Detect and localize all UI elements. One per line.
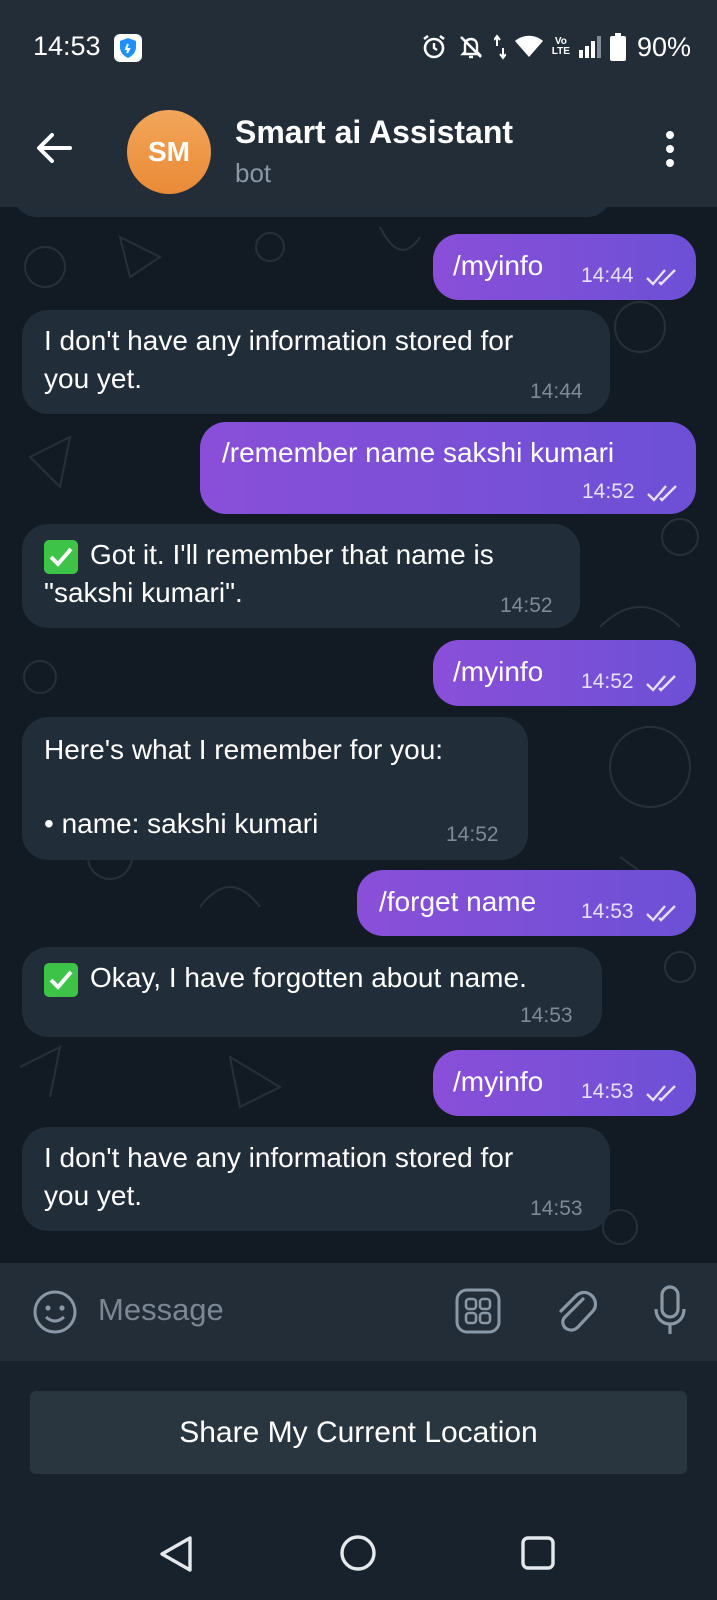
message-text-line: you yet. (44, 1180, 143, 1211)
double-check-icon (646, 269, 676, 286)
message-time: 14:53 (581, 900, 634, 923)
battery-percent: 90% (636, 31, 691, 62)
message-text: /myinfo (453, 250, 544, 281)
double-check-icon (647, 485, 677, 502)
message-time: 14:52 (500, 594, 553, 617)
message-time: 14:53 (520, 1004, 573, 1027)
chat-header: SM Smart ai Assistant bot (0, 90, 717, 207)
message-time: 14:52 (582, 480, 635, 503)
share-location-button[interactable]: Share My Current Location (30, 1391, 687, 1474)
incoming-message[interactable]: Here's what I remember for you: • name: … (22, 717, 528, 860)
message-time: 14:52 (446, 823, 499, 846)
message-bubble-partial (12, 207, 612, 217)
shield-icon (114, 34, 142, 62)
paperclip-icon (559, 1290, 598, 1332)
double-check-icon (646, 1085, 676, 1102)
data-arrows-icon (493, 34, 506, 60)
keyboard-grid-icon (455, 1288, 501, 1334)
message-text-line: I don't have any information stored for (44, 325, 514, 356)
incoming-message[interactable]: Okay, I have forgotten about name. 14:53 (22, 947, 602, 1037)
message-text: /remember name sakshi kumari (222, 437, 615, 468)
status-time: 14:53 (33, 31, 101, 61)
nav-home-icon[interactable] (339, 1534, 377, 1572)
message-text-line: Okay, I have forgotten about name. (90, 962, 527, 993)
bot-keyboard: Share My Current Location (0, 1361, 717, 1504)
outgoing-message[interactable]: /forget name 14:53 (357, 870, 696, 936)
microphone-icon (654, 1285, 686, 1334)
message-text-line: "sakshi kumari". (44, 577, 243, 608)
message-list[interactable]: /myinfo 14:44 I don't have any informati… (0, 207, 717, 1263)
arrow-left-icon (37, 133, 72, 163)
outgoing-message[interactable]: /remember name sakshi kumari 14:52 (200, 422, 696, 514)
battery-icon (609, 33, 626, 61)
smile-icon (33, 1290, 77, 1334)
outgoing-message[interactable]: /myinfo 14:52 (433, 640, 696, 706)
message-time: 14:44 (530, 380, 583, 403)
nav-back-icon[interactable] (158, 1534, 194, 1574)
message-text: /myinfo (453, 1066, 544, 1097)
bot-keyboard-button[interactable] (455, 1288, 501, 1339)
incoming-message[interactable]: Got it. I'll remember that name is "saks… (22, 524, 580, 628)
check-mark-icon (44, 540, 78, 574)
message-text: /myinfo (453, 656, 544, 687)
nav-recent-apps-icon[interactable] (520, 1535, 556, 1571)
message-time: 14:53 (581, 1080, 634, 1103)
message-text-line: Here's what I remember for you: (44, 734, 444, 765)
message-text-line: • name: sakshi kumari (44, 808, 319, 839)
chat-subtitle: bot (235, 158, 272, 188)
outgoing-message[interactable]: /myinfo 14:53 (433, 1050, 696, 1116)
status-bar: 14:53 Vo LTE 90% (0, 0, 717, 90)
message-time: 14:53 (530, 1197, 583, 1220)
back-button[interactable] (34, 130, 74, 166)
system-nav-bar (0, 1504, 717, 1600)
incoming-message[interactable]: I don't have any information stored for … (22, 1127, 610, 1231)
outgoing-message[interactable]: /myinfo 14:44 (433, 234, 696, 300)
status-icons: Vo LTE 90% (420, 30, 691, 64)
message-time: 14:44 (581, 264, 634, 287)
double-check-icon (646, 905, 676, 922)
message-composer (0, 1263, 717, 1361)
emoji-button[interactable] (32, 1289, 78, 1340)
message-text: /forget name (379, 886, 537, 917)
signal-icon (578, 36, 601, 58)
wifi-icon (514, 35, 543, 57)
message-text-line: I don't have any information stored for (44, 1142, 514, 1173)
attach-button[interactable] (553, 1287, 598, 1340)
voice-message-button[interactable] (653, 1285, 687, 1342)
bell-off-icon (459, 36, 482, 59)
more-options-button[interactable] (663, 131, 677, 167)
alarm-icon (423, 34, 445, 59)
double-check-icon (646, 675, 676, 692)
check-mark-icon (44, 963, 78, 997)
message-input[interactable] (98, 1287, 418, 1333)
message-time: 14:52 (581, 670, 634, 693)
more-vertical-icon (666, 131, 674, 139)
incoming-message[interactable]: I don't have any information stored for … (22, 310, 610, 414)
lte-indicator: Vo LTE (551, 36, 570, 57)
message-text-line: Got it. I'll remember that name is (90, 539, 494, 570)
avatar[interactable]: SM (127, 110, 211, 194)
chat-title[interactable]: Smart ai Assistant (235, 114, 513, 151)
message-text-line: you yet. (44, 363, 143, 394)
